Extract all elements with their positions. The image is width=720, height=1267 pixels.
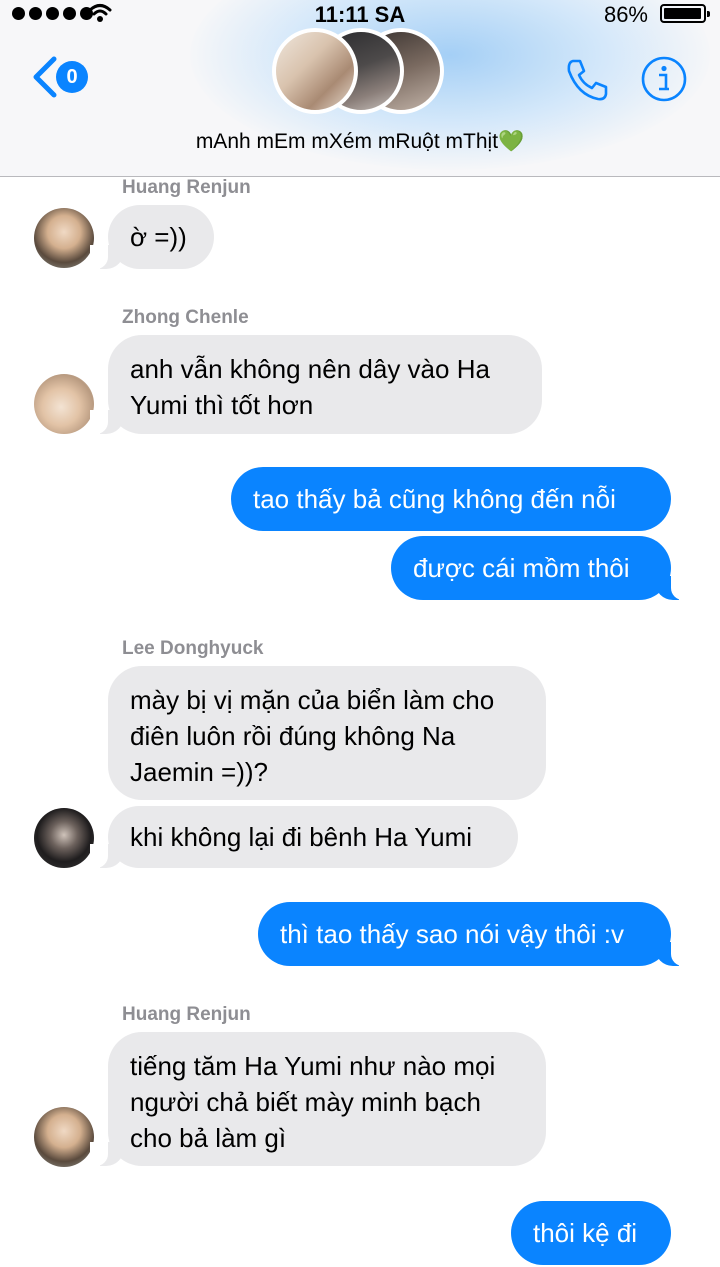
message-text-line: cho bả làm gì: [130, 1123, 287, 1153]
avatar[interactable]: [34, 208, 94, 268]
avatar: [272, 28, 358, 114]
message-text-line: người chả biết mày minh bạch: [130, 1087, 481, 1117]
message-text-line: Yumi thì tốt hơn: [130, 390, 314, 420]
message-bubble[interactable]: anh vẫn không nên dây vào Ha Yumi thì tố…: [90, 335, 542, 434]
unread-count-badge: 0: [56, 61, 88, 93]
info-icon[interactable]: [641, 56, 687, 102]
message-bubble[interactable]: mày bị vị mặn của biển làm cho điên luôn…: [108, 666, 546, 800]
avatar[interactable]: [34, 1107, 94, 1167]
message-bubble[interactable]: ờ =)): [90, 205, 214, 269]
chat-header: 11:11 SA 86% 0 mAnh mEm mXém mRuột mThịt…: [0, 0, 720, 177]
message-text-line: anh vẫn không nên dây vào Ha: [130, 354, 490, 384]
message-text: thôi kệ đi: [533, 1218, 638, 1248]
message-text: ờ =)): [130, 222, 187, 252]
message-text-line: tiếng tăm Ha Yumi như nào mọi: [130, 1051, 496, 1081]
message-text-line: mày bị vị mặn của biển làm cho: [130, 685, 495, 715]
battery-icon: [660, 4, 710, 23]
battery-percent: 86%: [603, 2, 648, 27]
message-text: thì tao thấy sao nói vậy thôi :v: [280, 919, 624, 949]
message-bubble[interactable]: khi không lại đi bênh Ha Yumi: [90, 806, 518, 868]
message-text: khi không lại đi bênh Ha Yumi: [130, 822, 473, 852]
phone-icon[interactable]: [564, 57, 610, 103]
sender-name: Zhong Chenle: [122, 307, 249, 328]
message-text-line: điên luôn rồi đúng không Na: [130, 721, 456, 751]
message-text-line: Jaemin =))?: [130, 757, 268, 787]
message-bubble[interactable]: tao thấy bả cũng không đến nỗi: [231, 467, 671, 531]
group-avatar-stack[interactable]: [272, 28, 452, 118]
message-bubble[interactable]: thì tao thấy sao nói vậy thôi :v: [258, 902, 689, 966]
message-text: tao thấy bả cũng không đến nỗi: [253, 484, 616, 514]
sender-name: Huang Renjun: [122, 177, 251, 198]
avatar[interactable]: [34, 374, 94, 434]
status-bar: 11:11 SA 86%: [0, 0, 720, 28]
sender-name: Huang Renjun: [122, 1004, 251, 1025]
message-bubble[interactable]: thôi kệ đi: [511, 1201, 671, 1265]
back-button[interactable]: 0: [30, 55, 90, 99]
message-bubble[interactable]: tiếng tăm Ha Yumi như nào mọi người chả …: [90, 1032, 546, 1166]
sender-name: Lee Donghyuck: [122, 638, 264, 659]
message-bubble[interactable]: được cái mồm thôi: [391, 536, 689, 600]
message-text: được cái mồm thôi: [413, 553, 630, 583]
group-name[interactable]: mAnh mEm mXém mRuột mThịt💚: [0, 130, 720, 154]
avatar[interactable]: [34, 808, 94, 868]
